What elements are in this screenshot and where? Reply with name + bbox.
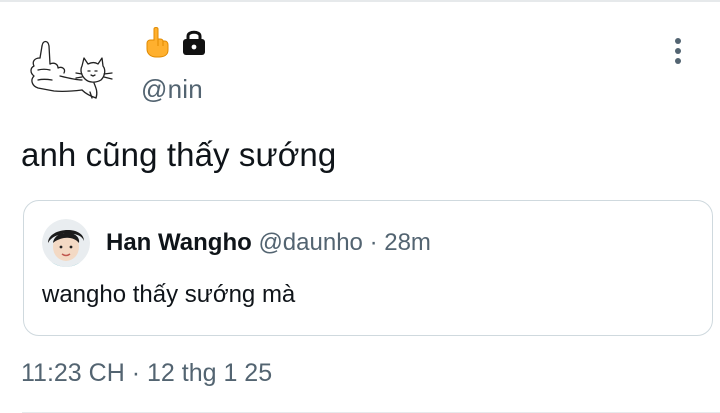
quoted-time[interactable]: 28m xyxy=(384,229,431,256)
quoted-avatar[interactable] xyxy=(42,219,90,267)
more-vertical-icon[interactable] xyxy=(670,36,686,66)
display-name-row[interactable] xyxy=(144,26,208,58)
author-handle[interactable]: @nin xyxy=(141,74,203,105)
avatar[interactable] xyxy=(24,36,120,106)
quoted-tweet-text: wangho thấy sướng mà xyxy=(42,281,296,308)
quoted-handle[interactable]: @daunho xyxy=(258,229,362,256)
quoted-separator: · xyxy=(369,229,378,256)
quoted-tweet[interactable]: Han Wangho @daunho · 28m wangho thấy sướ… xyxy=(23,200,713,336)
top-divider xyxy=(0,0,720,2)
tweet-text: anh cũng thấy sướng xyxy=(21,136,337,173)
tweet-time: 11:23 CH xyxy=(21,359,125,387)
quoted-display-name[interactable]: Han Wangho xyxy=(106,229,252,256)
tweet-timestamp[interactable]: 11:23 CH · 12 thg 1 25 xyxy=(21,359,272,388)
tweet-date: 12 thg 1 25 xyxy=(147,359,273,387)
quoted-header: Han Wangho @daunho · 28m xyxy=(106,229,431,257)
lock-icon xyxy=(183,30,205,55)
hand-emoji-icon xyxy=(146,27,169,58)
timestamp-separator: · xyxy=(131,359,141,387)
